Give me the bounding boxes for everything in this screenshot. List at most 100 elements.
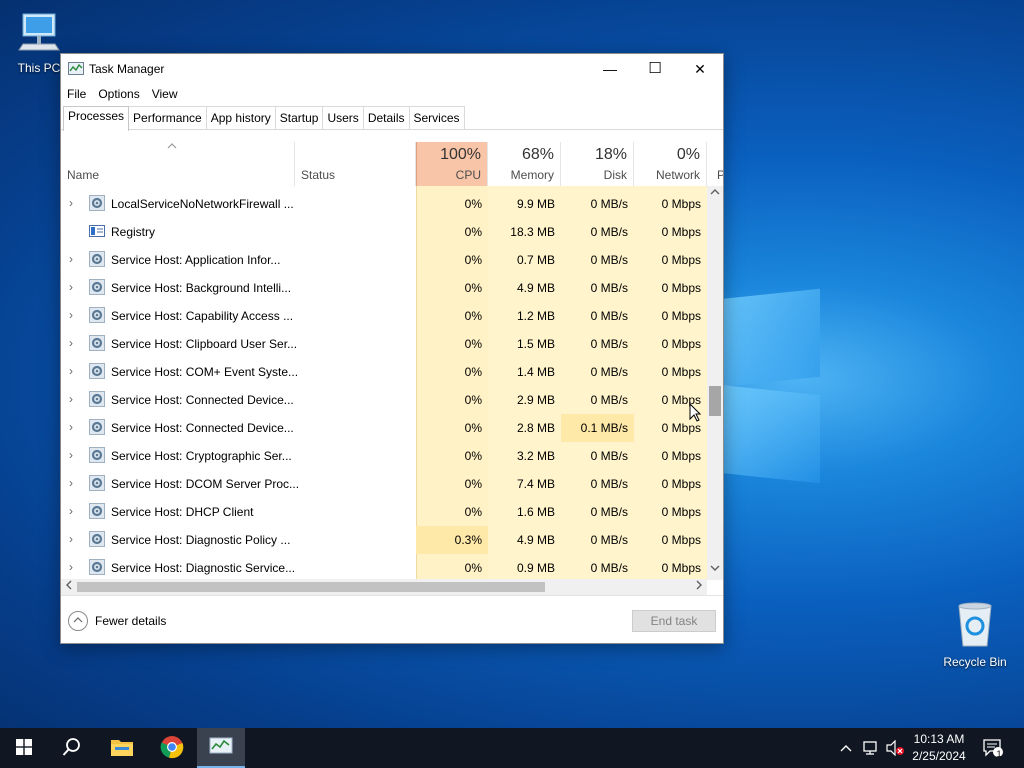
expand-chevron-icon[interactable]: ›	[69, 560, 73, 574]
expand-chevron-icon[interactable]: ›	[69, 252, 73, 266]
window-title: Task Manager	[89, 62, 165, 76]
footer-bar: Fewer details End task	[61, 595, 723, 643]
scroll-down-icon[interactable]	[707, 564, 723, 575]
recycle-bin-icon	[939, 600, 1011, 651]
expand-chevron-icon[interactable]: ›	[69, 280, 73, 294]
process-disk: 0 MB/s	[590, 197, 628, 211]
table-row[interactable]: › Service Host: Cryptographic Ser... 0% 3.2…	[61, 442, 707, 470]
table-row[interactable]: Registry 0% 18.3 MB 0 MB/s 0 Mbps	[61, 218, 707, 246]
horizontal-scroll-thumb[interactable]	[77, 582, 545, 592]
vertical-scrollbar[interactable]	[707, 186, 723, 580]
table-row[interactable]: › Service Host: Capability Access ... 0% 1.…	[61, 302, 707, 330]
menu-file[interactable]: File	[61, 84, 92, 104]
scroll-up-icon[interactable]	[707, 188, 723, 199]
task-manager-taskbar-button[interactable]	[197, 728, 245, 768]
show-hidden-icons-chevron-icon[interactable]	[840, 741, 852, 755]
minimize-button[interactable]: —	[587, 54, 633, 84]
process-name: Service Host: DHCP Client	[111, 505, 254, 519]
gear-icon	[89, 335, 105, 354]
process-memory: 3.2 MB	[516, 449, 555, 463]
volume-muted-icon[interactable]	[885, 739, 905, 759]
end-task-button[interactable]: End task	[632, 610, 716, 632]
table-row[interactable]: › Service Host: Application Infor... 0% 0.7…	[61, 246, 707, 274]
process-disk: 0 MB/s	[590, 365, 628, 379]
expand-chevron-icon[interactable]: ›	[69, 532, 73, 546]
expand-chevron-icon[interactable]: ›	[69, 196, 73, 210]
process-name: LocalServiceNoNetworkFirewall ...	[111, 197, 294, 211]
table-row[interactable]: › Service Host: DCOM Server Proc... 0% 7.4 …	[61, 470, 707, 498]
process-disk: 0.1 MB/s	[580, 421, 628, 435]
file-explorer-icon	[110, 737, 134, 760]
menu-view[interactable]: View	[146, 84, 184, 104]
table-row[interactable]: › Service Host: Clipboard User Ser... 0% 1.…	[61, 330, 707, 358]
process-name: Service Host: Diagnostic Policy ...	[111, 533, 291, 547]
tab-app-history[interactable]: App history	[205, 106, 276, 130]
table-row[interactable]: › Service Host: Connected Device... 0% 2.8 …	[61, 414, 707, 442]
process-network: 0 Mbps	[661, 309, 701, 323]
expand-chevron-icon[interactable]: ›	[69, 336, 73, 350]
table-row[interactable]: › LocalServiceNoNetworkFirewall ... 0% 9.9 …	[61, 190, 707, 218]
table-row[interactable]: › Service Host: Background Intelli... 0% 4.…	[61, 274, 707, 302]
tab-users[interactable]: Users	[322, 106, 364, 130]
chrome-button[interactable]	[148, 728, 196, 768]
network-icon[interactable]	[862, 740, 880, 759]
expand-chevron-icon[interactable]: ›	[69, 392, 73, 406]
header-name[interactable]: Name	[61, 142, 295, 186]
file-explorer-button[interactable]	[98, 728, 146, 768]
process-cpu: 0%	[464, 253, 482, 267]
header-power[interactable]: P	[707, 142, 723, 186]
expand-chevron-icon[interactable]: ›	[69, 364, 73, 378]
process-cpu: 0%	[464, 421, 482, 435]
tab-processes[interactable]: Processes	[63, 106, 130, 131]
header-memory[interactable]: 68% Memory	[488, 142, 561, 186]
expand-chevron-icon[interactable]: ›	[69, 308, 73, 322]
process-disk: 0 MB/s	[590, 225, 628, 239]
horizontal-scrollbar[interactable]	[61, 579, 707, 595]
tab-details[interactable]: Details	[362, 106, 410, 130]
process-disk: 0 MB/s	[590, 281, 628, 295]
table-row[interactable]: › Service Host: COM+ Event Syste... 0% 1.4 …	[61, 358, 707, 386]
chevron-up-circle-icon	[68, 611, 88, 631]
title-bar[interactable]: Task Manager — ☐ ✕	[61, 54, 723, 84]
table-row[interactable]: › Service Host: Diagnostic Policy ... 0.3%…	[61, 526, 707, 554]
gear-icon	[89, 195, 105, 214]
table-row[interactable]: › Service Host: Diagnostic Service... 0% 0.…	[61, 554, 707, 580]
taskbar-clock[interactable]: 10:13 AM 2/25/2024	[904, 731, 974, 765]
process-memory: 1.5 MB	[516, 337, 555, 351]
start-button[interactable]	[0, 728, 48, 768]
expand-chevron-icon[interactable]: ›	[69, 420, 73, 434]
maximize-button[interactable]: ☐	[632, 54, 678, 84]
expand-chevron-icon[interactable]: ›	[69, 476, 73, 490]
expand-chevron-icon[interactable]: ›	[69, 448, 73, 462]
search-button[interactable]	[48, 728, 96, 768]
table-row[interactable]: › Service Host: Connected Device... 0% 2.9 …	[61, 386, 707, 414]
process-cpu: 0%	[464, 393, 482, 407]
scroll-left-icon[interactable]	[65, 580, 73, 593]
header-network[interactable]: 0% Network	[634, 142, 707, 186]
taskbar: 10:13 AM 2/25/2024 1	[0, 728, 1024, 768]
process-network: 0 Mbps	[661, 225, 701, 239]
tab-services[interactable]: Services	[408, 106, 465, 130]
fewer-details-toggle[interactable]: Fewer details	[68, 611, 166, 631]
clock-date: 2/25/2024	[912, 749, 966, 763]
expand-chevron-icon[interactable]: ›	[69, 504, 73, 518]
task-manager-window: Task Manager — ☐ ✕ File Options View Proce…	[60, 53, 724, 644]
desktop-icon-recycle-bin[interactable]: Recycle Bin	[939, 600, 1011, 669]
start-icon	[16, 738, 32, 758]
header-disk[interactable]: 18% Disk	[561, 142, 634, 186]
task-manager-icon	[209, 736, 233, 759]
process-network: 0 Mbps	[661, 281, 701, 295]
process-network: 0 Mbps	[661, 365, 701, 379]
table-row[interactable]: › Service Host: DHCP Client 0% 1.6 MB 0 MB/s…	[61, 498, 707, 526]
vertical-scroll-thumb[interactable]	[709, 386, 721, 416]
tab-startup[interactable]: Startup	[274, 106, 324, 130]
process-cpu: 0.3%	[454, 533, 482, 547]
process-name: Service Host: Capability Access ...	[111, 309, 294, 323]
menu-options[interactable]: Options	[92, 84, 145, 104]
tab-performance[interactable]: Performance	[128, 106, 207, 130]
close-button[interactable]: ✕	[677, 54, 723, 84]
header-status[interactable]: Status	[295, 142, 416, 186]
process-name: Service Host: Connected Device...	[111, 393, 294, 407]
scroll-right-icon[interactable]	[695, 580, 703, 593]
header-cpu[interactable]: 100% CPU	[416, 142, 488, 186]
